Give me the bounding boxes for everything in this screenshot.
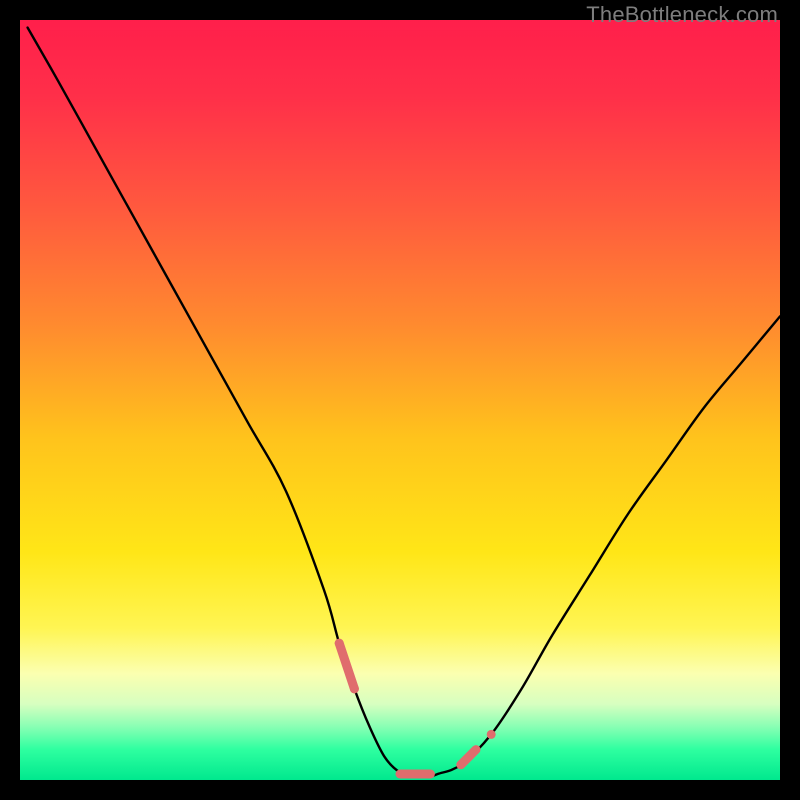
watermark-text: TheBottleneck.com bbox=[586, 2, 778, 28]
bottleneck-curve bbox=[28, 28, 780, 777]
trough-highlight bbox=[335, 639, 496, 774]
plot-area bbox=[20, 20, 780, 780]
curve-layer bbox=[20, 20, 780, 780]
chart-frame: TheBottleneck.com bbox=[0, 0, 800, 800]
